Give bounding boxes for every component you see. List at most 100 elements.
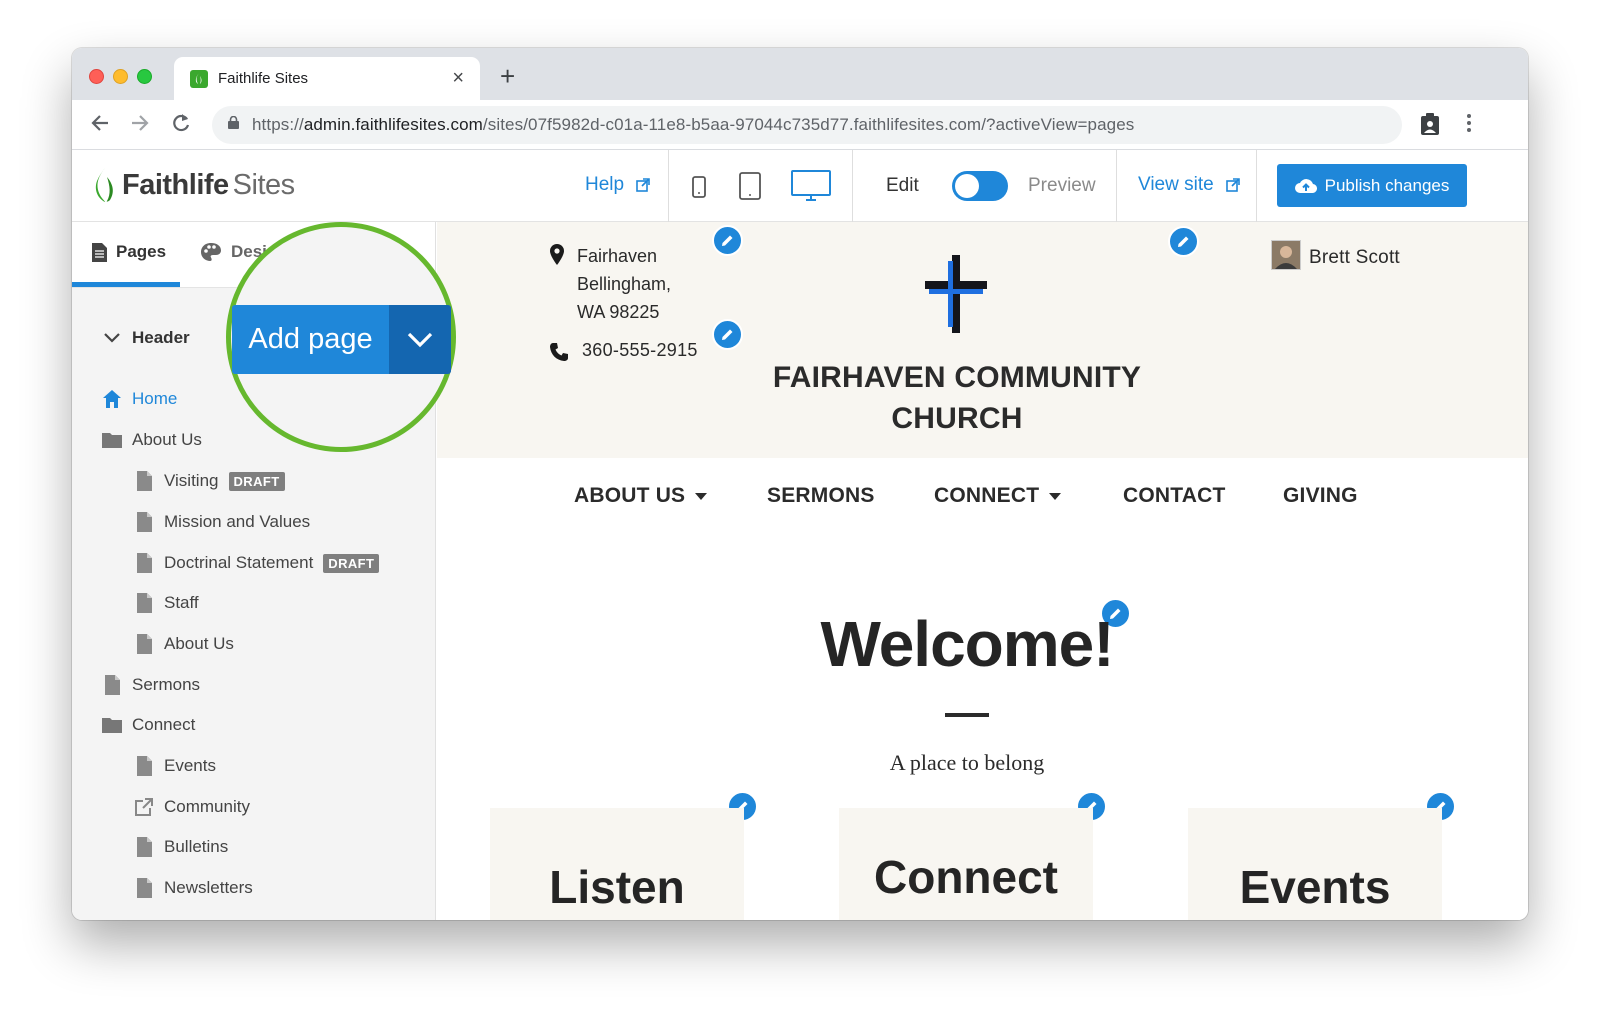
page-icon [137, 593, 152, 613]
palette-icon [201, 243, 221, 261]
page-icon [92, 242, 107, 262]
caret-down-icon [695, 492, 708, 500]
card-title: Connect [874, 851, 1058, 903]
more-vertical-icon[interactable] [1466, 112, 1472, 139]
site-nav-sermons[interactable]: SERMONS [767, 484, 875, 508]
site-nav-connect[interactable]: CONNECT [934, 484, 1062, 508]
card-connect[interactable]: Connect [839, 808, 1093, 920]
sidebar-item-home[interactable]: Home [102, 389, 177, 409]
reload-icon[interactable] [170, 112, 192, 139]
edit-pencil-button[interactable] [1168, 226, 1199, 257]
site-nav-giving[interactable]: GIVING [1283, 484, 1358, 508]
welcome-heading: Welcome! [820, 608, 1114, 680]
tab-pages[interactable]: Pages [92, 242, 166, 262]
page-icon [137, 634, 152, 654]
tagline: A place to belong [889, 750, 1045, 775]
browser-toolbar: https://admin.faithlifesites.com/sites/0… [72, 100, 1528, 150]
nav-label: SERMONS [767, 484, 875, 507]
page-icon [137, 878, 152, 898]
arrow-right-icon[interactable] [130, 112, 150, 139]
sidebar-item-label: Community [164, 797, 250, 816]
add-page-dropdown-button[interactable] [389, 305, 451, 374]
site-nav-contact[interactable]: CONTACT [1123, 484, 1226, 508]
card-listen[interactable]: Listen [490, 808, 744, 920]
view-site-link[interactable]: View site [1138, 174, 1240, 196]
mobile-view-icon[interactable] [692, 176, 706, 198]
sidebar-item-label: Visiting [164, 471, 219, 490]
tab-close-icon[interactable]: × [452, 66, 464, 90]
tab-pages-label: Pages [116, 242, 167, 261]
view-site-label: View site [1138, 174, 1214, 195]
sidebar-item-doctrinal-statement[interactable]: Doctrinal Statement DRAFT [134, 553, 380, 573]
site-nav-about-us[interactable]: ABOUT US [574, 484, 708, 508]
folder-icon [102, 718, 122, 733]
url-bar[interactable]: https://admin.faithlifesites.com/sites/0… [212, 106, 1402, 144]
sidebar-item-staff[interactable]: Staff [134, 593, 199, 613]
pencil-icon [722, 329, 733, 340]
external-link-icon [135, 798, 153, 816]
sidebar-item-label: About Us [132, 430, 202, 449]
pencil-icon [722, 235, 733, 246]
card-events[interactable]: Events [1188, 808, 1442, 920]
new-tab-button[interactable]: + [500, 62, 515, 90]
avatar[interactable] [1271, 240, 1301, 270]
cloud-upload-icon [1294, 178, 1317, 193]
home-icon [103, 390, 121, 408]
folder-icon [102, 433, 122, 448]
close-window-button[interactable] [89, 69, 104, 84]
browser-tab-bar: Faithlife Sites × + [72, 48, 1528, 100]
site-preview: Fairhaven Bellingham, WA 98225 360-555-2… [437, 222, 1528, 920]
card-title: Events [1239, 861, 1391, 913]
page-icon [137, 512, 152, 532]
help-link[interactable]: Help [585, 174, 651, 196]
page-icon [137, 837, 152, 857]
sidebar-item-connect-folder[interactable]: Connect [102, 715, 195, 735]
edit-pencil-button[interactable] [712, 225, 743, 256]
user-name[interactable]: Brett Scott [1309, 247, 1400, 269]
sidebar-item-about-us-page[interactable]: About Us [134, 634, 234, 654]
sidebar-item-community[interactable]: Community [134, 797, 250, 817]
minimize-window-button[interactable] [113, 69, 128, 84]
maximize-window-button[interactable] [137, 69, 152, 84]
sidebar-item-bulletins[interactable]: Bulletins [134, 837, 228, 857]
phone-icon [550, 343, 568, 361]
address-line: Bellingham, [577, 274, 672, 294]
site-address: Fairhaven Bellingham, WA 98225 [577, 242, 671, 326]
sidebar-item-about-us-folder[interactable]: About Us [102, 430, 202, 450]
sidebar-item-label: Mission and Values [164, 512, 311, 531]
edit-preview-toggle[interactable] [952, 171, 1008, 201]
desktop-view-icon[interactable] [791, 170, 831, 202]
external-link-icon [1226, 178, 1240, 192]
clipboard-extension-icon[interactable] [1420, 112, 1440, 136]
site-phone: 360-555-2915 [582, 340, 698, 360]
header-divider [852, 150, 853, 222]
sidebar-item-events[interactable]: Events [134, 756, 216, 776]
header-divider [1256, 150, 1257, 222]
sidebar-item-sermons[interactable]: Sermons [102, 675, 200, 695]
browser-window: Faithlife Sites × + https://admin.faithl… [72, 48, 1528, 920]
header-divider [1116, 150, 1117, 222]
sidebar-item-label: About Us [164, 634, 234, 653]
sidebar-item-newsletters[interactable]: Newsletters [134, 878, 253, 898]
page-icon [105, 675, 120, 695]
pencil-icon [1178, 236, 1189, 247]
page-icon [137, 756, 152, 776]
church-name: FAIRHAVEN COMMUNITY CHURCH [737, 357, 1177, 439]
faithlife-sites-logo[interactable]: Faithlife Sites [94, 164, 295, 206]
edit-pencil-button[interactable] [712, 319, 743, 350]
sidebar-item-mission-and-values[interactable]: Mission and Values [134, 512, 310, 532]
caret-down-icon [1049, 492, 1062, 500]
publish-changes-button[interactable]: Publish changes [1277, 164, 1467, 207]
section-header[interactable]: Header [104, 328, 190, 348]
map-pin-icon [550, 244, 564, 265]
tablet-view-icon[interactable] [739, 172, 761, 200]
browser-tab[interactable]: Faithlife Sites × [174, 57, 480, 100]
sidebar-item-label: Connect [132, 715, 196, 734]
add-page-button[interactable]: Add page [232, 305, 389, 374]
nav-label: ABOUT US [574, 484, 686, 507]
arrow-left-icon[interactable] [90, 112, 110, 139]
nav-label: GIVING [1283, 484, 1358, 507]
sidebar-item-label: Doctrinal Statement [164, 553, 314, 572]
sidebar-item-visiting[interactable]: Visiting DRAFT [134, 471, 285, 491]
heading-divider [945, 713, 989, 717]
